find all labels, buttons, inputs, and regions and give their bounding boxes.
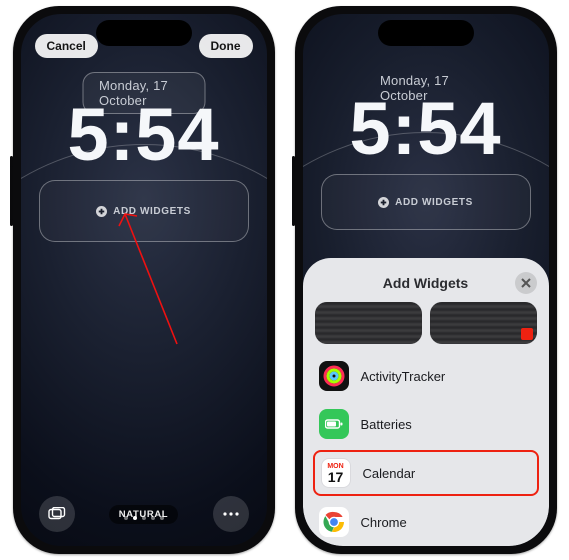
widget-suggestions-row <box>303 298 549 354</box>
done-button[interactable]: Done <box>199 34 253 58</box>
calendar-icon-daynum: 17 <box>328 470 344 484</box>
cancel-button[interactable]: Cancel <box>35 34 98 58</box>
app-row-label: Batteries <box>361 417 412 432</box>
widget-app-list: ActivityTracker Batteries MON 17 Ca <box>303 354 549 546</box>
activity-rings-icon <box>319 361 349 391</box>
color-style-chip[interactable]: NATURAL <box>109 505 178 524</box>
dynamic-island <box>378 20 474 46</box>
sheet-title: Add Widgets <box>383 275 468 291</box>
chrome-icon <box>319 507 349 537</box>
widget-suggestion[interactable] <box>315 302 422 344</box>
clock-time: 5:54 <box>303 86 549 171</box>
batteries-icon <box>319 409 349 439</box>
app-row-label: ActivityTracker <box>361 369 446 384</box>
app-row-label: Calendar <box>363 466 416 481</box>
app-row-batteries[interactable]: Batteries <box>313 402 539 446</box>
notification-badge-icon <box>521 328 533 340</box>
gallery-icon <box>48 507 66 521</box>
add-widgets-label: ADD WIDGETS <box>395 197 473 208</box>
add-widgets-slot[interactable]: ADD WIDGETS <box>321 174 531 230</box>
app-row-label: Chrome <box>361 515 407 530</box>
phone-left: Cancel Done Monday, 17 October 5:54 ADD … <box>13 6 275 554</box>
page-dots <box>124 516 164 520</box>
lock-screen-with-sheet: Monday, 17 October 5:54 ADD WIDGETS Add … <box>303 14 549 546</box>
add-widgets-sheet: Add Widgets ActivityTracker <box>303 258 549 546</box>
plus-circle-icon <box>96 206 107 217</box>
ellipsis-icon <box>223 512 239 516</box>
clock-time[interactable]: 5:54 <box>21 92 267 177</box>
app-row-calendar[interactable]: MON 17 Calendar <box>313 450 539 496</box>
calendar-icon: MON 17 <box>321 458 351 488</box>
close-sheet-button[interactable] <box>515 272 537 294</box>
editor-bottombar: NATURAL <box>21 496 267 532</box>
close-icon <box>521 278 531 288</box>
app-row-activitytracker[interactable]: ActivityTracker <box>313 354 539 398</box>
dynamic-island <box>96 20 192 46</box>
widget-suggestion[interactable] <box>430 302 537 344</box>
plus-circle-icon <box>378 197 389 208</box>
photo-shuffle-button[interactable] <box>39 496 75 532</box>
app-row-chrome[interactable]: Chrome <box>313 500 539 544</box>
sheet-header: Add Widgets <box>303 268 549 298</box>
phone-right: Monday, 17 October 5:54 ADD WIDGETS Add … <box>295 6 557 554</box>
annotation-arrow-icon <box>115 204 185 354</box>
lock-screen-editor: Cancel Done Monday, 17 October 5:54 ADD … <box>21 14 267 546</box>
more-button[interactable] <box>213 496 249 532</box>
